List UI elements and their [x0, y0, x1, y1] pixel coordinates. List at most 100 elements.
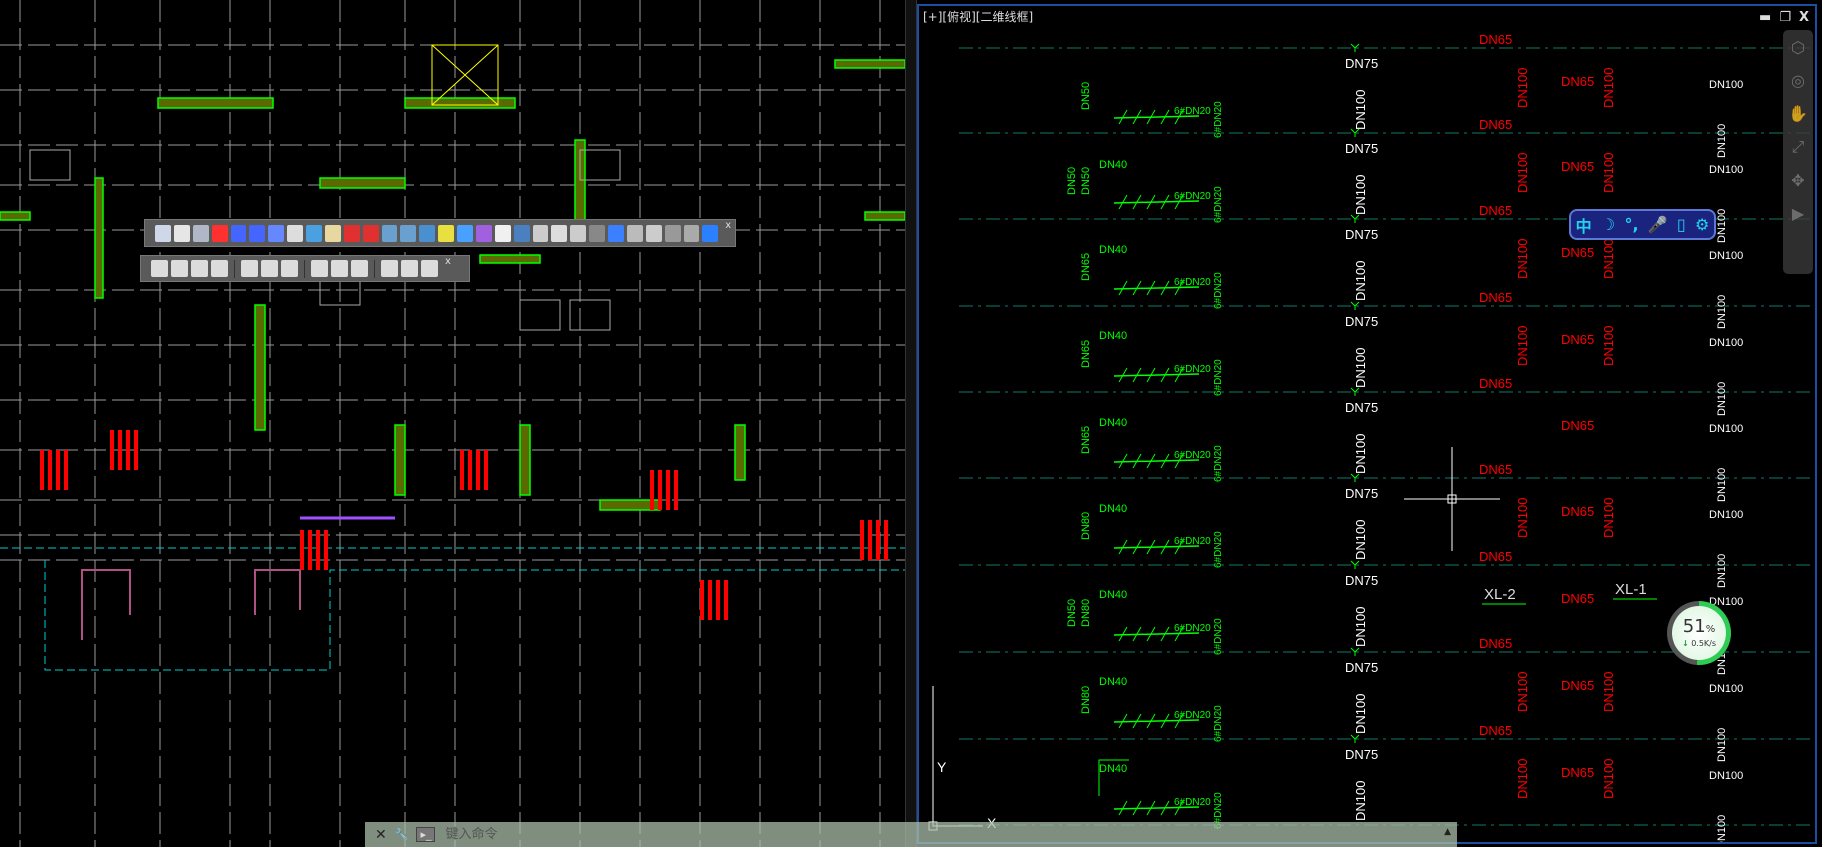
- ucs-icon: [932, 686, 983, 827]
- viewcube-icon[interactable]: ⬡: [1791, 38, 1805, 57]
- viewport-controls-label[interactable]: [+][俯视][二维线框]: [923, 8, 1033, 25]
- zoom-extents-icon[interactable]: ⤢: [1792, 137, 1805, 157]
- wall-hatch: [834, 59, 905, 69]
- red-annotation: [324, 530, 328, 570]
- pan-icon[interactable]: ✋: [1788, 104, 1808, 123]
- pipe-label: DN100: [1716, 468, 1728, 502]
- showmotion-icon[interactable]: ▶: [1792, 204, 1804, 223]
- align-tool-icon[interactable]: [421, 260, 438, 277]
- percent-value: 51: [1682, 616, 1706, 637]
- speed-value: 0.5K/s: [1691, 639, 1717, 648]
- toolbar-tool-icon[interactable]: [475, 224, 492, 242]
- settings-icon[interactable]: ⚙: [1695, 215, 1709, 234]
- keyboard-icon[interactable]: ▯: [1677, 215, 1686, 234]
- toolbar-tool-icon[interactable]: [570, 224, 587, 242]
- ime-toolbar: 中 ☽ °, 🎤 ▯ ⚙: [1569, 209, 1716, 240]
- toolbar-tool-icon[interactable]: [419, 224, 436, 242]
- pipe-label: DN100: [1709, 250, 1743, 262]
- pipe-label: DN65: [1561, 418, 1594, 433]
- network-speed-widget[interactable]: 51% ↓ 0.5K/s: [1667, 601, 1731, 665]
- pipe-label: DN50: [1080, 167, 1092, 195]
- viewport-divider[interactable]: [905, 0, 917, 847]
- align-tool-icon[interactable]: [171, 260, 188, 277]
- voice-icon[interactable]: 🎤: [1648, 215, 1668, 234]
- fixture: [579, 149, 621, 181]
- toolbar-tool-icon[interactable]: [192, 224, 209, 242]
- toolbar-tool-icon[interactable]: [287, 224, 303, 242]
- align-tool-icon[interactable]: [351, 260, 368, 277]
- align-tool-icon[interactable]: [381, 260, 398, 277]
- close-command-line-button[interactable]: ✕: [375, 827, 387, 843]
- toolbar-tool-icon[interactable]: [173, 224, 190, 242]
- toolbar-tool-icon[interactable]: [343, 224, 360, 242]
- command-history-arrow-icon[interactable]: ▲: [1444, 827, 1451, 837]
- align-tool-icon[interactable]: [211, 260, 228, 277]
- pipe-label: 6#DN20: [1213, 445, 1224, 482]
- pipe-label: DN100: [1716, 209, 1728, 243]
- chinese-mode-icon[interactable]: 中: [1576, 213, 1592, 237]
- command-input[interactable]: [443, 826, 848, 843]
- viewport-right[interactable]: DN50 6#DN20 6#DN20 DN40 DN75 DN100 DN65 DN100 DN…: [917, 4, 1817, 844]
- customize-wrench-icon[interactable]: 🔧: [395, 828, 409, 841]
- pipe-label: DN50: [1066, 599, 1078, 627]
- toolbar-close-button[interactable]: x: [445, 256, 451, 267]
- close-button[interactable]: X: [1799, 10, 1809, 25]
- align-tool-icon[interactable]: [401, 260, 418, 277]
- minimize-button[interactable]: ▬: [1759, 10, 1771, 25]
- align-tool-icon[interactable]: [281, 260, 298, 277]
- wall-hatch: [319, 177, 406, 189]
- toolbar-tool-icon[interactable]: [268, 224, 285, 242]
- toolbar-tool-icon[interactable]: [513, 224, 530, 242]
- toolbar-tool-icon[interactable]: [230, 224, 247, 242]
- align-tool-icon[interactable]: [241, 260, 258, 277]
- toolbar-tool-icon[interactable]: [249, 224, 266, 242]
- punctuation-icon[interactable]: °,: [1624, 215, 1638, 234]
- red-annotation: [316, 530, 320, 570]
- pipe-label: DN75: [1345, 486, 1378, 501]
- command-prompt-icon[interactable]: ▸_: [416, 827, 436, 842]
- toolbar-tool-icon[interactable]: [494, 224, 511, 242]
- toolbar-tool-icon[interactable]: [608, 224, 624, 242]
- toolbar-tool-icon[interactable]: [664, 224, 681, 242]
- pipe-label: 6#DN20: [1213, 186, 1224, 223]
- toolbar-tool-icon[interactable]: [362, 224, 379, 242]
- toolbar-close-button[interactable]: x: [725, 220, 731, 231]
- toolbar-tool-icon[interactable]: [381, 224, 398, 242]
- align-tool-icon[interactable]: [151, 260, 168, 277]
- toolbar-separator: [374, 259, 375, 278]
- toolbar-tool-icon[interactable]: [645, 224, 662, 242]
- toolbar-tool-icon[interactable]: [211, 224, 228, 242]
- pipe-label: DN65: [1080, 426, 1092, 454]
- restore-button[interactable]: ❐: [1779, 10, 1791, 25]
- pipe-label: DN100: [1601, 239, 1616, 279]
- align-tool-icon[interactable]: [311, 260, 328, 277]
- half-width-icon[interactable]: ☽: [1601, 215, 1615, 234]
- toolbar-tool-icon[interactable]: [551, 224, 568, 242]
- pipe-label: 6#DN20: [1213, 272, 1224, 309]
- pipe-label: DN100: [1709, 423, 1743, 435]
- toolbar-tool-icon[interactable]: [400, 224, 417, 242]
- align-tool-icon[interactable]: [191, 260, 208, 277]
- align-tool-icon[interactable]: [261, 260, 278, 277]
- orbit-icon[interactable]: ✥: [1791, 171, 1804, 190]
- toolbar-tool-icon[interactable]: [589, 224, 605, 242]
- toolbar-tool-icon[interactable]: [683, 224, 700, 242]
- toolbar-tool-icon[interactable]: [532, 224, 549, 242]
- pipe-label: DN65: [1479, 462, 1512, 477]
- toolbar-tool-icon[interactable]: [324, 224, 341, 242]
- toolbar-tool-icon[interactable]: [155, 224, 171, 242]
- pipe-label: DN40: [1099, 244, 1127, 256]
- drawing-canvas[interactable]: DN50 6#DN20 6#DN20 DN40 DN75 DN100 DN65 DN100 DN…: [919, 6, 1817, 844]
- pipe-label: 6#DN20: [1174, 106, 1211, 117]
- toolbar-tool-icon[interactable]: [438, 224, 454, 242]
- toolbar-tool-icon[interactable]: [457, 224, 473, 242]
- steering-wheel-icon[interactable]: ◎: [1791, 71, 1805, 90]
- toolbar-tool-icon[interactable]: [306, 224, 322, 242]
- pipe-label: DN100: [1709, 509, 1743, 521]
- toolbar-tool-icon[interactable]: [702, 224, 719, 242]
- toolbar-tool-icon[interactable]: [626, 224, 643, 242]
- model-space-left[interactable]: [0, 0, 905, 847]
- align-tool-icon[interactable]: [331, 260, 348, 277]
- pipe-label: DN65: [1561, 74, 1594, 89]
- red-annotation: [48, 450, 52, 490]
